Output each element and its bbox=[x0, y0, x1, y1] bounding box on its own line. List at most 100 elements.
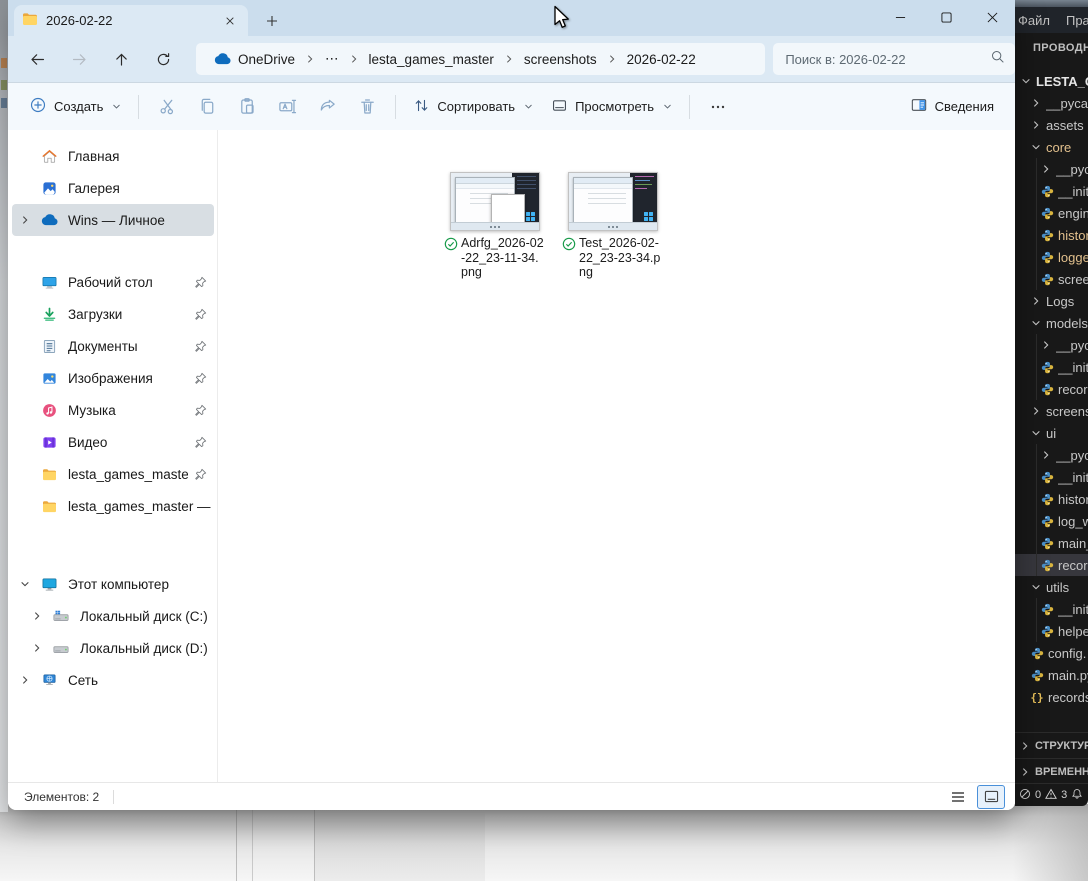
refresh-button[interactable] bbox=[146, 43, 180, 75]
sidebar-item[interactable]: Видео bbox=[12, 426, 214, 458]
back-button[interactable] bbox=[20, 43, 54, 75]
minimize-button[interactable] bbox=[877, 0, 923, 34]
tree-file[interactable]: __init_ bbox=[1015, 598, 1088, 620]
tree-folder[interactable]: Logs bbox=[1015, 290, 1088, 312]
large-icons-view-toggle[interactable] bbox=[977, 784, 1005, 809]
sidebar-item[interactable]: Сеть bbox=[12, 664, 214, 696]
breadcrumb-item[interactable]: lesta_games_master bbox=[361, 49, 502, 70]
tree-folder[interactable]: LESTA_GA bbox=[1015, 70, 1088, 92]
tree-folder[interactable]: core bbox=[1015, 136, 1088, 158]
sidebar-item[interactable]: Изображения bbox=[12, 362, 214, 394]
window-controls bbox=[877, 0, 1015, 36]
bell-icon[interactable] bbox=[1071, 788, 1083, 803]
menu-item[interactable]: Прав bbox=[1066, 13, 1088, 28]
tree-file[interactable]: helpe bbox=[1015, 620, 1088, 642]
rename-button[interactable] bbox=[267, 90, 307, 124]
tree-file[interactable]: log_w bbox=[1015, 510, 1088, 532]
share-button[interactable] bbox=[307, 90, 347, 124]
sidebar-item[interactable]: Локальный диск (D:) bbox=[12, 632, 214, 664]
tree-folder[interactable]: __pyca bbox=[1015, 444, 1088, 466]
more-options-button[interactable] bbox=[698, 90, 738, 124]
sidebar-item[interactable]: Главная bbox=[12, 140, 214, 172]
panel-section-header[interactable]: СТРУКТУР bbox=[1015, 732, 1088, 758]
chevron-down-icon[interactable] bbox=[12, 579, 38, 589]
warnings-count[interactable]: 3 bbox=[1061, 789, 1067, 801]
tree-file[interactable]: histor bbox=[1015, 488, 1088, 510]
sidebar-item-label: Рабочий стол bbox=[68, 274, 153, 290]
tree-file[interactable]: record bbox=[1015, 554, 1088, 576]
forward-button[interactable] bbox=[62, 43, 96, 75]
chevron-right-icon[interactable] bbox=[24, 611, 50, 621]
warnings-icon[interactable] bbox=[1045, 788, 1058, 803]
sidebar-item[interactable]: Этот компьютер bbox=[12, 568, 214, 600]
tree-file[interactable]: main.py bbox=[1015, 664, 1088, 686]
search-input[interactable] bbox=[783, 50, 984, 68]
sidebar-item[interactable]: Галерея bbox=[12, 172, 214, 204]
python-file-icon bbox=[1040, 493, 1054, 506]
errors-count[interactable]: 0 bbox=[1035, 789, 1041, 801]
vscode-window[interactable]: Файл Прав ПРОВОДН LESTA_GA __pycac assets… bbox=[1015, 0, 1088, 806]
tree-folder[interactable]: __pycac bbox=[1015, 92, 1088, 114]
sidebar-item[interactable]: Локальный диск (C:) bbox=[12, 600, 214, 632]
tab-close-icon[interactable] bbox=[220, 11, 240, 31]
tree-file[interactable]: histor bbox=[1015, 224, 1088, 246]
tree-folder[interactable]: assets bbox=[1015, 114, 1088, 136]
tree-file[interactable]: __init_ bbox=[1015, 466, 1088, 488]
tree-item-label: __pycac bbox=[1046, 95, 1088, 111]
tree-file[interactable]: main_ bbox=[1015, 532, 1088, 554]
new-tab-icon[interactable] bbox=[262, 11, 282, 31]
close-button[interactable] bbox=[969, 0, 1015, 34]
folder-icon bbox=[38, 500, 60, 513]
tree-file[interactable]: config. bbox=[1015, 642, 1088, 664]
tree-file[interactable]: {} records bbox=[1015, 686, 1088, 708]
tree-item-label: scree bbox=[1058, 271, 1088, 287]
create-button[interactable]: Создать bbox=[20, 90, 130, 123]
tree-folder[interactable]: ui bbox=[1015, 422, 1088, 444]
chevron-right-icon bbox=[1030, 406, 1042, 416]
chevron-right-icon[interactable] bbox=[24, 643, 50, 653]
up-button[interactable] bbox=[104, 43, 138, 75]
tree-file[interactable]: logge bbox=[1015, 246, 1088, 268]
sidebar-item[interactable]: lesta_games_master bbox=[12, 458, 214, 490]
copy-button[interactable] bbox=[187, 90, 227, 124]
view-button[interactable]: Просмотреть bbox=[542, 91, 681, 123]
panel-section-header[interactable]: ВРЕМЕНН bbox=[1015, 758, 1088, 784]
breadcrumb-item[interactable]: OneDrive bbox=[206, 49, 303, 70]
search-box[interactable] bbox=[773, 43, 1015, 75]
sidebar-item-label: Сеть bbox=[68, 672, 99, 688]
sidebar-item[interactable]: lesta_games_master — копия bbox=[12, 490, 214, 522]
tree-file[interactable]: engin bbox=[1015, 202, 1088, 224]
sort-button[interactable]: Сортировать bbox=[404, 91, 542, 123]
menu-item[interactable]: Файл bbox=[1018, 13, 1050, 28]
tree-folder[interactable]: models bbox=[1015, 312, 1088, 334]
tree-file[interactable]: __init_ bbox=[1015, 180, 1088, 202]
breadcrumb-item[interactable]: ⋯ bbox=[317, 48, 347, 70]
details-pane-button[interactable]: Сведения bbox=[901, 91, 1003, 122]
tree-folder[interactable]: __pyc bbox=[1015, 158, 1088, 180]
sidebar-item[interactable]: Музыка bbox=[12, 394, 214, 426]
folder-contents[interactable]: Adrfg_2026-02-22_23-11-34.png Test_2026-… bbox=[218, 130, 1015, 783]
chevron-right-icon[interactable] bbox=[12, 675, 38, 685]
file-item[interactable]: Test_2026-02-22_23-23-34.png bbox=[562, 172, 666, 280]
file-item[interactable]: Adrfg_2026-02-22_23-11-34.png bbox=[444, 172, 548, 280]
tree-file[interactable]: scree bbox=[1015, 268, 1088, 290]
tree-folder[interactable]: utils bbox=[1015, 576, 1088, 598]
sidebar-item[interactable]: Загрузки bbox=[12, 298, 214, 330]
sidebar-item[interactable]: Рабочий стол bbox=[12, 266, 214, 298]
tab-current-folder[interactable]: 2026-02-22 bbox=[14, 5, 248, 36]
tree-file[interactable]: record bbox=[1015, 378, 1088, 400]
sidebar-item[interactable]: Документы bbox=[12, 330, 214, 362]
sidebar-item[interactable]: Wins — Личное bbox=[12, 204, 214, 236]
breadcrumb-item[interactable]: screenshots bbox=[516, 49, 605, 70]
tree-folder[interactable]: screens bbox=[1015, 400, 1088, 422]
tree-file[interactable]: __init_ bbox=[1015, 356, 1088, 378]
breadcrumb-item[interactable]: 2026-02-22 bbox=[619, 49, 704, 70]
maximize-button[interactable] bbox=[923, 0, 969, 34]
delete-button[interactable] bbox=[347, 90, 387, 124]
paste-button[interactable] bbox=[227, 90, 267, 124]
tree-folder[interactable]: __pyca bbox=[1015, 334, 1088, 356]
errors-icon[interactable] bbox=[1019, 788, 1031, 803]
cut-button[interactable] bbox=[147, 90, 187, 124]
chevron-right-icon[interactable] bbox=[12, 215, 38, 225]
list-view-toggle[interactable] bbox=[945, 786, 971, 808]
